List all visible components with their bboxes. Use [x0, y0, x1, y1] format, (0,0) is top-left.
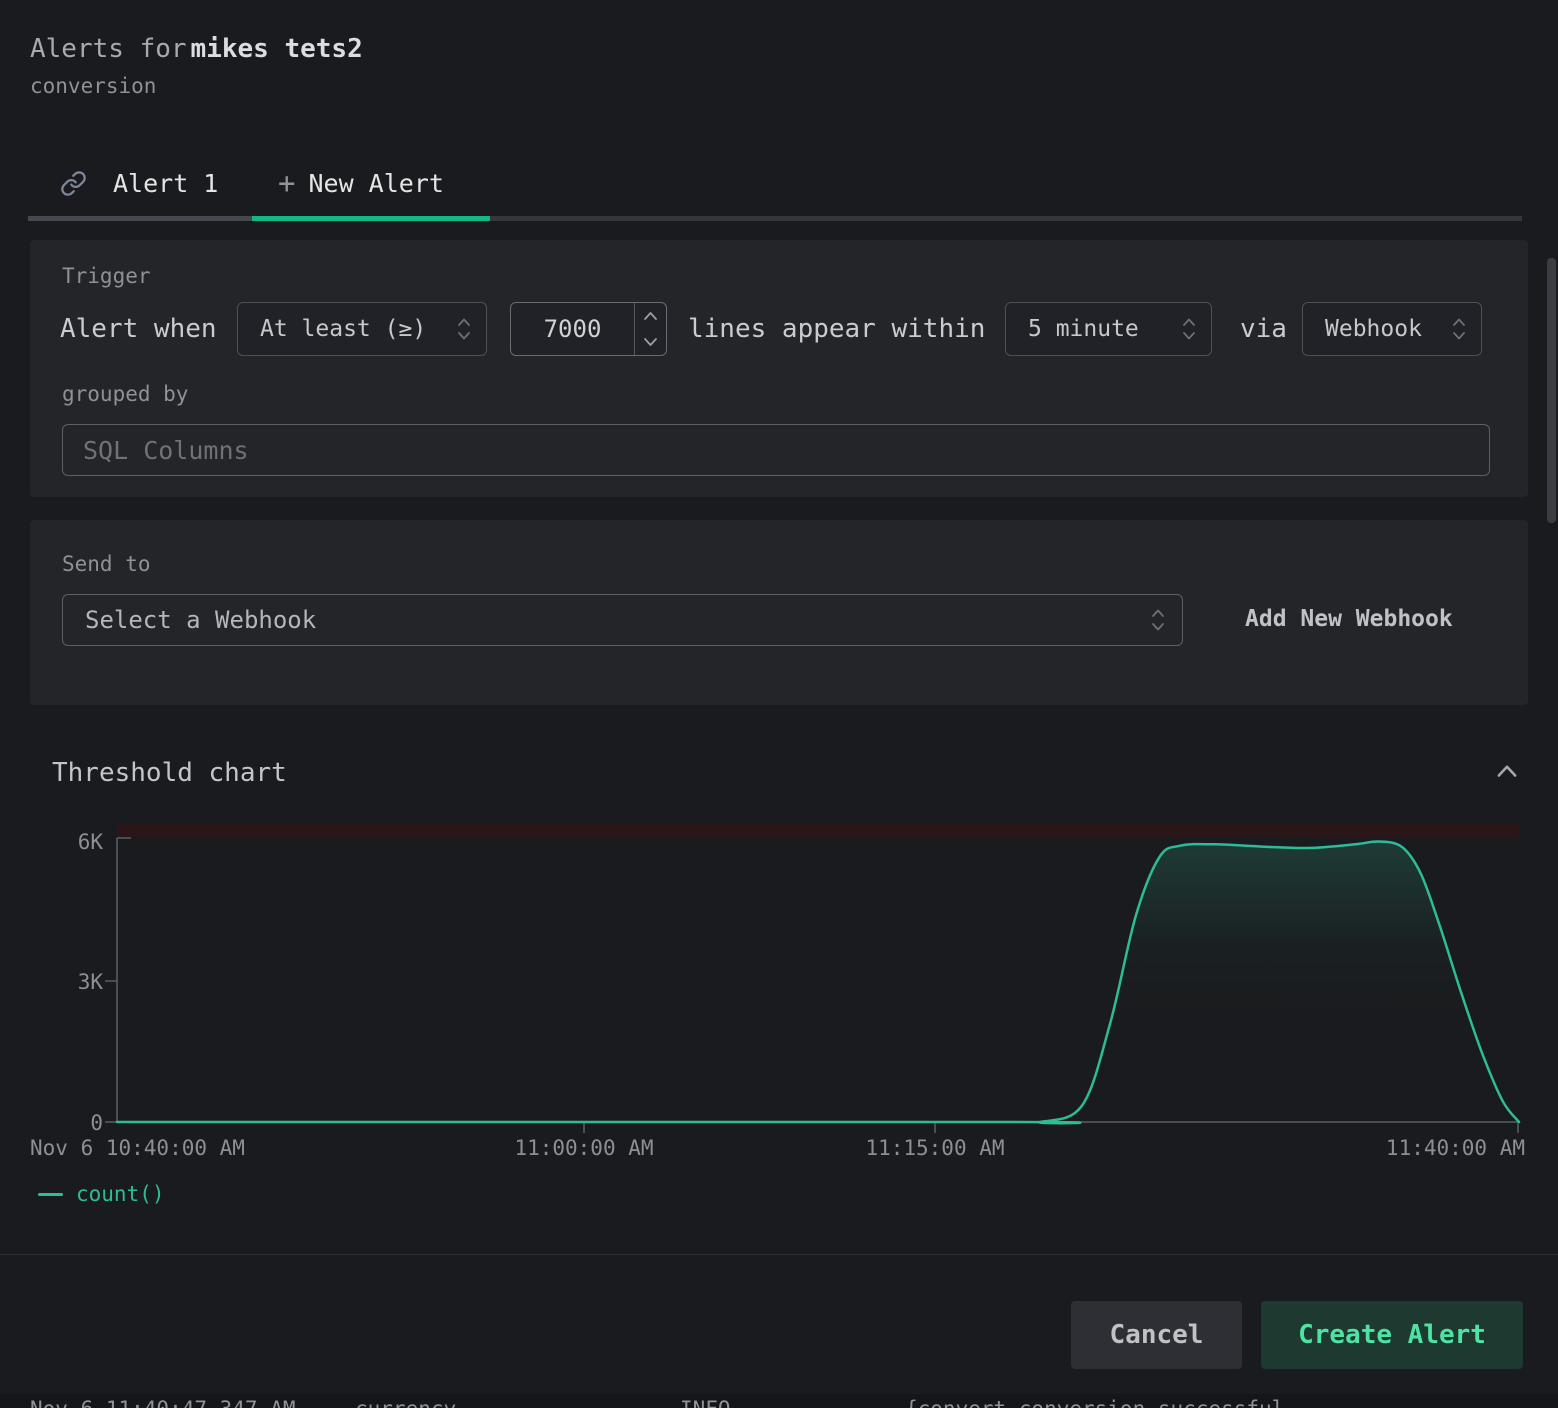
log-service: currency	[355, 1397, 456, 1408]
webhook-select[interactable]: Select a Webhook	[62, 594, 1183, 646]
create-alert-button[interactable]: Create Alert	[1261, 1301, 1523, 1369]
legend-line-swatch	[38, 1193, 63, 1196]
log-timestamp: Nov 6 11:40:47.347 AM	[30, 1397, 296, 1408]
time-window-select[interactable]: 5 minute	[1005, 302, 1212, 356]
tabs-divider	[490, 216, 1522, 221]
chevron-up-icon	[643, 311, 658, 321]
threshold-number-input-group	[510, 302, 667, 356]
trigger-prefix-text: Alert when	[60, 314, 217, 344]
trigger-panel: Trigger Alert when At least (≥) lines ap…	[30, 240, 1528, 497]
trigger-section-label: Trigger	[62, 264, 151, 288]
chevron-down-icon	[643, 337, 658, 347]
tab-new-alert-label: New Alert	[308, 169, 443, 198]
grouped-by-input[interactable]	[62, 424, 1490, 476]
cancel-button[interactable]: Cancel	[1071, 1301, 1242, 1369]
comparator-select[interactable]: At least (≥)	[237, 302, 487, 356]
log-level: INFO	[680, 1397, 731, 1408]
x-tick-end: 11:40:00 AM	[1386, 1136, 1525, 1160]
page-title: Alerts formikes tets2	[30, 34, 363, 64]
grouped-by-label: grouped by	[62, 382, 188, 406]
chart-legend: count()	[38, 1182, 165, 1206]
chevron-updown-icon	[1451, 315, 1467, 343]
page-subtitle: conversion	[30, 74, 156, 98]
threshold-number-input[interactable]	[511, 303, 634, 355]
tab-new-alert[interactable]: + New Alert	[252, 150, 490, 216]
x-tick-1115: 11:15:00 AM	[865, 1136, 1004, 1160]
add-new-webhook-button[interactable]: Add New Webhook	[1245, 606, 1453, 632]
number-increment-button[interactable]	[635, 303, 666, 329]
time-window-value: 5 minute	[1028, 316, 1139, 342]
plus-icon: +	[278, 169, 295, 198]
send-to-label: Send to	[62, 552, 151, 576]
channel-value: Webhook	[1325, 316, 1422, 342]
chevron-updown-icon	[1181, 315, 1197, 343]
trigger-via-text: via	[1240, 314, 1287, 344]
tab-underline-active	[252, 216, 490, 221]
count-series-area	[117, 841, 1519, 1123]
page-title-source-name: mikes tets2	[191, 34, 363, 64]
tab-alert-1[interactable]: Alert 1	[28, 150, 252, 216]
tab-alert-1-label: Alert 1	[113, 169, 218, 198]
trigger-middle-text: lines appear within	[688, 314, 985, 344]
y-tick-0: 0	[90, 1111, 103, 1135]
y-tick-3k: 3K	[78, 970, 104, 994]
page-title-prefix: Alerts for	[30, 34, 187, 64]
send-to-panel: Send to Select a Webhook Add New Webhook	[30, 520, 1528, 705]
x-tick-start: Nov 6 10:40:00 AM	[30, 1136, 245, 1160]
number-decrement-button[interactable]	[635, 329, 666, 355]
background-log-row: Nov 6 11:40:47.347 AM currency INFO {con…	[0, 1394, 1558, 1408]
x-tick-1100: 11:00:00 AM	[514, 1136, 653, 1160]
number-spinner	[634, 303, 666, 355]
scrollbar-thumb[interactable]	[1547, 258, 1556, 523]
chevron-updown-icon	[456, 315, 472, 343]
threshold-zone-band	[117, 824, 1519, 837]
chevron-updown-icon	[1150, 606, 1166, 634]
link-icon	[60, 170, 87, 197]
log-message: {convert conversion successful	[905, 1397, 1284, 1408]
tab-underline-inactive	[28, 216, 252, 221]
y-tick-6k: 6K	[78, 830, 104, 854]
webhook-select-placeholder: Select a Webhook	[85, 606, 316, 634]
footer-divider	[0, 1254, 1558, 1255]
legend-series-label: count()	[76, 1182, 165, 1206]
threshold-chart: 6K 3K 0 Nov 6 10:40:00 AM 11:00:00 AM 11…	[0, 780, 1558, 1210]
comparator-value: At least (≥)	[260, 316, 426, 342]
channel-select[interactable]: Webhook	[1302, 302, 1482, 356]
